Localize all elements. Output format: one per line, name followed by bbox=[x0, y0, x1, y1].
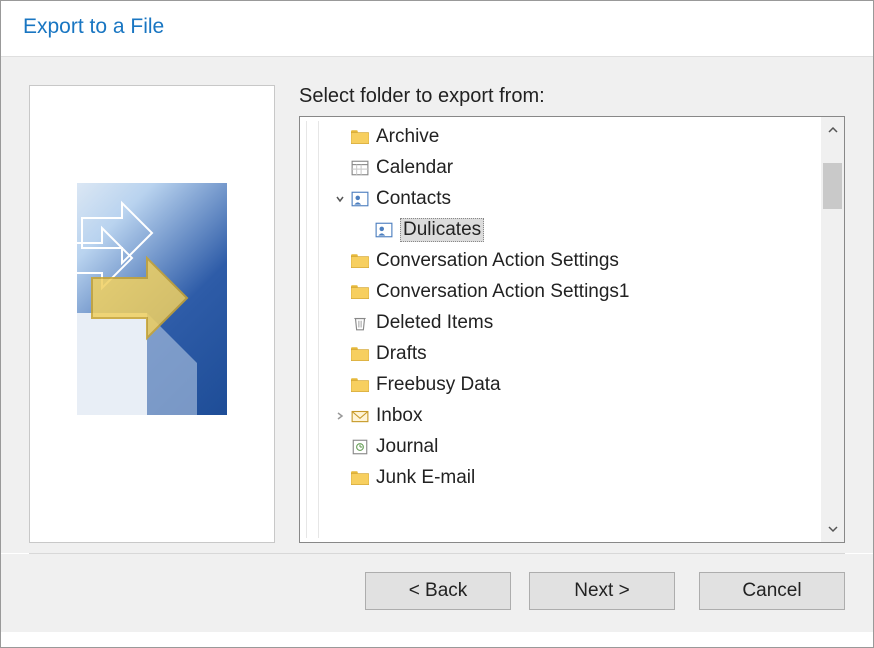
contacts-icon bbox=[374, 220, 394, 240]
calendar-icon bbox=[350, 158, 370, 178]
tree-item-label: Deleted Items bbox=[376, 312, 493, 334]
tree-item-calendar[interactable]: Calendar bbox=[308, 152, 820, 183]
trash-icon bbox=[350, 313, 370, 333]
folder-icon bbox=[350, 251, 370, 271]
tree-item-deleted-items[interactable]: Deleted Items bbox=[308, 307, 820, 338]
wizard-art bbox=[77, 183, 227, 415]
tree-item-junk-e-mail[interactable]: Junk E-mail bbox=[308, 462, 820, 493]
scroll-thumb[interactable] bbox=[823, 163, 842, 209]
prompt-label: Select folder to export from: bbox=[299, 85, 845, 108]
button-row: < Back Next > Cancel bbox=[1, 554, 873, 632]
journal-icon bbox=[350, 437, 370, 457]
tree-item-archive[interactable]: Archive bbox=[308, 121, 820, 152]
tree-item-inbox[interactable]: Inbox bbox=[308, 400, 820, 431]
chevron-down-icon[interactable] bbox=[330, 194, 350, 204]
next-button[interactable]: Next > bbox=[529, 572, 675, 610]
dialog-title: Export to a File bbox=[1, 1, 873, 57]
scrollbar[interactable] bbox=[820, 117, 844, 542]
scroll-up-button[interactable] bbox=[821, 117, 844, 143]
wizard-image-panel bbox=[29, 85, 275, 543]
folder-icon bbox=[350, 344, 370, 364]
tree-item-label: Conversation Action Settings1 bbox=[376, 281, 630, 303]
tree-item-freebusy-data[interactable]: Freebusy Data bbox=[308, 369, 820, 400]
tree-item-journal[interactable]: Journal bbox=[308, 431, 820, 462]
folder-icon bbox=[350, 282, 370, 302]
dialog-content: Select folder to export from: Archive Cal… bbox=[1, 57, 873, 553]
scroll-track[interactable] bbox=[821, 143, 844, 516]
folder-select-panel: Select folder to export from: Archive Cal… bbox=[299, 85, 845, 543]
tree-item-label: Calendar bbox=[376, 157, 453, 179]
tree-item-label: Freebusy Data bbox=[376, 374, 501, 396]
folder-icon bbox=[350, 375, 370, 395]
tree-item-label: Journal bbox=[376, 436, 438, 458]
tree-item-dulicates[interactable]: Dulicates bbox=[308, 214, 820, 245]
tree-item-contacts[interactable]: Contacts bbox=[308, 183, 820, 214]
contacts-icon bbox=[350, 189, 370, 209]
folder-icon bbox=[350, 468, 370, 488]
tree-item-label: Drafts bbox=[376, 343, 427, 365]
back-button[interactable]: < Back bbox=[365, 572, 511, 610]
tree-item-label: Dulicates bbox=[400, 218, 484, 242]
cancel-button[interactable]: Cancel bbox=[699, 572, 845, 610]
tree-item-label: Junk E-mail bbox=[376, 467, 475, 489]
tree-item-label: Contacts bbox=[376, 188, 451, 210]
scroll-down-button[interactable] bbox=[821, 516, 844, 542]
tree-item-drafts[interactable]: Drafts bbox=[308, 338, 820, 369]
tree-item-label: Inbox bbox=[376, 405, 422, 427]
tree-item-conversation-action-settings1[interactable]: Conversation Action Settings1 bbox=[308, 276, 820, 307]
tree-item-label: Conversation Action Settings bbox=[376, 250, 619, 272]
inbox-icon bbox=[350, 406, 370, 426]
tree-item-conversation-action-settings[interactable]: Conversation Action Settings bbox=[308, 245, 820, 276]
folder-tree[interactable]: Archive Calendar Contacts Dulicates Conversa… bbox=[299, 116, 845, 543]
folder-icon bbox=[350, 127, 370, 147]
tree-item-label: Archive bbox=[376, 126, 439, 148]
chevron-right-icon[interactable] bbox=[330, 411, 350, 421]
